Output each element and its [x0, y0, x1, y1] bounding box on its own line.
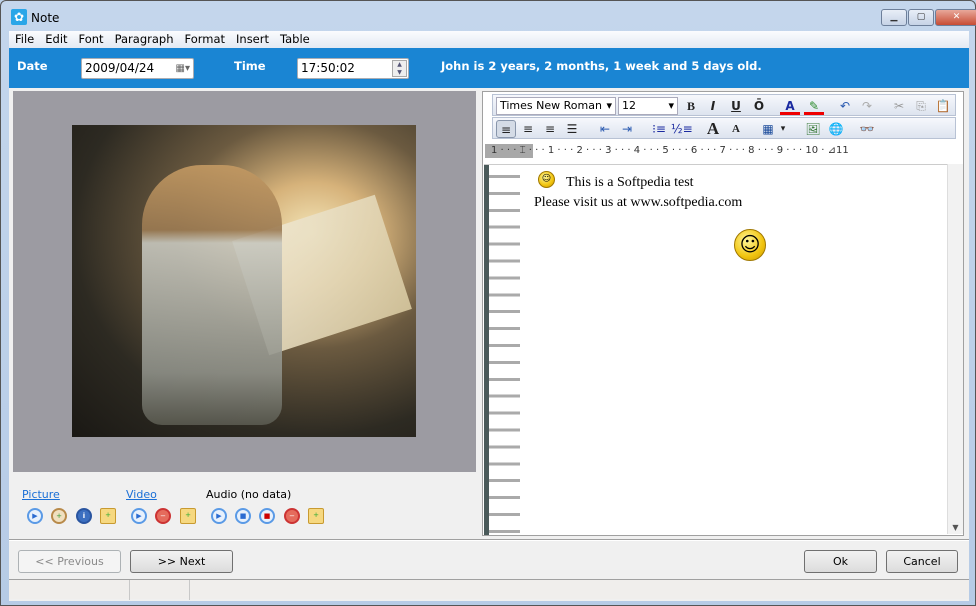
next-button[interactable]: >> Next [130, 550, 233, 573]
calendar-dropdown-icon[interactable]: ▦▾ [176, 59, 190, 78]
ruler-ticks: 1 · · · ⌶ · · · 1 · · · 2 · · · 3 · · · … [491, 145, 849, 156]
insert-link-globe-icon[interactable]: 🌐 [826, 120, 846, 138]
picture-link[interactable]: Picture [22, 488, 60, 501]
find-binoculars-icon[interactable]: 👓 [857, 120, 877, 138]
align-center-icon[interactable]: ≡ [518, 120, 538, 138]
audio-play-icon[interactable]: ▶ [211, 508, 227, 524]
maximize-button[interactable]: ▢ [908, 9, 934, 26]
child-reading-newspaper-photo [72, 125, 416, 437]
status-panel-2 [130, 580, 190, 600]
header-band: Date 2009/04/24 ▦▾ Time 17:50:02 ▲ ▼ John i… [9, 48, 969, 88]
minimize-button[interactable]: ▁ [881, 9, 907, 26]
cancel-button[interactable]: Cancel [886, 550, 958, 573]
align-left-icon[interactable]: ≡ [496, 120, 516, 138]
menu-table[interactable]: Table [275, 31, 315, 48]
highlight-pen-icon[interactable]: ✎ [804, 97, 824, 115]
align-right-icon[interactable]: ≡ [540, 120, 560, 138]
bold-button[interactable]: B [681, 97, 701, 115]
menu-font[interactable]: Font [74, 31, 109, 48]
shrink-font-icon[interactable]: A [726, 120, 746, 138]
insert-image-icon[interactable]: 🖼 [803, 120, 823, 138]
video-add-folder-icon[interactable]: + [180, 508, 196, 524]
picture-zoom-icon[interactable]: + [51, 508, 67, 524]
status-panel-1 [9, 580, 130, 600]
undo-icon[interactable]: ↶ [835, 97, 855, 115]
picture-info-icon[interactable]: i [76, 508, 92, 524]
picture-viewer [13, 91, 476, 472]
menu-paragraph[interactable]: Paragraph [110, 31, 179, 48]
paste-icon[interactable]: 📋 [933, 97, 953, 115]
video-play-icon[interactable]: ▶ [131, 508, 147, 524]
font-family-value: Times New Roman [500, 99, 602, 112]
chevron-down-icon: ▾ [606, 99, 612, 112]
time-value: 17:50:02 [301, 61, 355, 75]
status-bar [9, 579, 969, 600]
title-bar: ✿ Note ▁ ▢ ✕ [1, 1, 976, 31]
numbered-list-icon[interactable]: ½≡ [671, 120, 693, 138]
time-spinner-icon[interactable]: ▲ ▼ [392, 60, 407, 77]
cut-icon[interactable]: ✂ [889, 97, 909, 115]
video-remove-icon[interactable]: − [155, 508, 171, 524]
video-link[interactable]: Video [126, 488, 157, 501]
grow-font-icon[interactable]: A [703, 120, 723, 138]
scroll-down-icon[interactable]: ▼ [948, 523, 963, 532]
paragraph-toolbar: ≡ ≡ ≡ ☰ ⇤ ⇥ ⁝≡ ½≡ A A ▦ ▾ 🖼 🌐 👓 [492, 117, 956, 139]
app-flower-icon: ✿ [11, 9, 27, 25]
justify-icon[interactable]: ☰ [562, 120, 582, 138]
close-button[interactable]: ✕ [935, 9, 976, 26]
date-picker[interactable]: 2009/04/24 ▦▾ [81, 58, 194, 79]
audio-stop-icon[interactable]: ■ [235, 508, 251, 524]
age-text: John is 2 years, 2 months, 1 week and 5 … [441, 59, 762, 73]
chevron-down-icon: ▾ [668, 99, 674, 112]
font-size-select[interactable]: 12 ▾ [618, 97, 678, 115]
divider [9, 539, 969, 541]
menu-edit[interactable]: Edit [40, 31, 72, 48]
time-label: Time [234, 59, 266, 73]
chevron-down-icon[interactable]: ▾ [777, 120, 789, 138]
menu-bar: File Edit Font Paragraph Format Insert Table [9, 31, 969, 48]
font-color-icon[interactable]: A [780, 97, 800, 115]
ruler[interactable]: 1 · · · ⌶ · · · 1 · · · 2 · · · 3 · · · … [485, 144, 951, 158]
underline-button[interactable]: U [726, 97, 746, 115]
font-family-select[interactable]: Times New Roman ▾ [496, 97, 616, 115]
document-area[interactable]: ☺ This is a Softpedia test Please visit … [484, 164, 948, 535]
smiley-icon: ☺ [538, 171, 555, 188]
audio-label: Audio (no data) [206, 488, 292, 501]
overline-button[interactable]: Ō [749, 97, 769, 115]
audio-record-icon[interactable]: ■ [259, 508, 275, 524]
date-label: Date [17, 59, 48, 73]
format-toolbar: Times New Roman ▾ 12 ▾ B I U Ō A ✎ ↶ ↷ ✂ ⎘… [492, 94, 956, 116]
ok-button[interactable]: Ok [804, 550, 877, 573]
child-shape [142, 165, 282, 425]
indent-icon[interactable]: ⇥ [617, 120, 637, 138]
audio-add-folder-icon[interactable]: + [308, 508, 324, 524]
notebook-spiral [484, 165, 520, 535]
font-size-value: 12 [622, 99, 636, 112]
insert-table-icon[interactable]: ▦ [758, 120, 778, 138]
doc-line-1: This is a Softpedia test [566, 175, 694, 190]
picture-add-folder-icon[interactable]: + [100, 508, 116, 524]
large-smiley-icon: ☺ [734, 229, 766, 261]
copy-icon[interactable]: ⎘ [911, 97, 931, 115]
note-window: ✿ Note ▁ ▢ ✕ File Edit Font Paragraph Format… [0, 0, 976, 606]
previous-button[interactable]: << Previous [18, 550, 121, 573]
menu-format[interactable]: Format [179, 31, 230, 48]
bullet-list-icon[interactable]: ⁝≡ [649, 120, 669, 138]
picture-play-icon[interactable]: ▶ [27, 508, 43, 524]
time-field[interactable]: 17:50:02 ▲ ▼ [297, 58, 409, 79]
audio-remove-icon[interactable]: − [284, 508, 300, 524]
redo-icon[interactable]: ↷ [857, 97, 877, 115]
doc-line-2: Please visit us at www.softpedia.com [534, 195, 743, 210]
italic-button[interactable]: I [703, 97, 723, 115]
date-value: 2009/04/24 [85, 61, 155, 75]
rich-text-editor: Times New Roman ▾ 12 ▾ B I U Ō A ✎ ↶ ↷ ✂ ⎘… [482, 91, 964, 536]
client-area: File Edit Font Paragraph Format Insert Table D… [9, 31, 969, 601]
outdent-icon[interactable]: ⇤ [595, 120, 615, 138]
window-title: Note [31, 11, 60, 25]
menu-file[interactable]: File [10, 31, 39, 48]
menu-insert[interactable]: Insert [231, 31, 274, 48]
vertical-scrollbar[interactable]: ▼ [947, 164, 963, 534]
